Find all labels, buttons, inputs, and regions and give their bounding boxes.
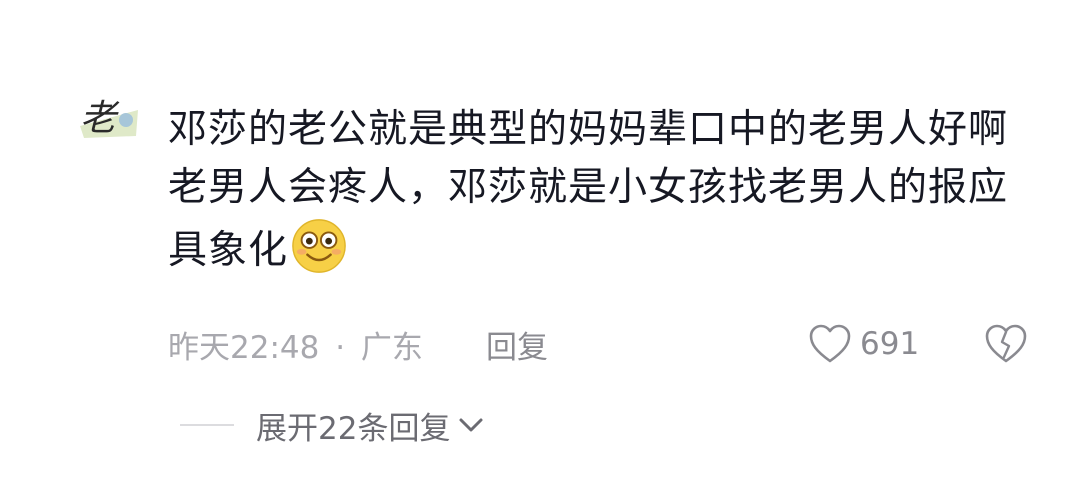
comment-text: 邓莎的老公就是典型的妈妈辈口中的老男人好啊 老男人会疼人，邓莎就是小女孩找老男人… [168,101,1058,275]
avatar-decoration [119,113,133,127]
comment-time: 昨天22:48 [168,330,320,366]
smiling-face-emoji-icon [292,219,346,273]
avatar[interactable]: 老 [76,96,140,140]
comment-meta: 昨天22:48 · 广东 [168,322,423,368]
heart-icon[interactable] [808,324,852,364]
comment-line-3-text: 具象化 [168,228,289,273]
expand-replies[interactable]: 展开22条回复 [180,402,486,448]
comment-location: 广东 [360,330,423,366]
expand-replies-label[interactable]: 展开22条回复 [256,403,450,448]
expand-divider [180,424,234,426]
chevron-down-icon[interactable] [456,415,486,435]
broken-heart-icon[interactable] [984,324,1028,364]
reply-button[interactable]: 回复 [486,322,548,367]
like-button[interactable]: 691 [808,322,919,366]
meta-separator: · [335,330,346,366]
comment-line-2: 老男人会疼人，邓莎就是小女孩找老男人的报应 [168,165,1009,210]
avatar-text: 老 [80,98,120,139]
like-count: 691 [860,326,920,362]
comment-line-1: 邓莎的老公就是典型的妈妈辈口中的老男人好啊 [168,107,1009,152]
comment-line-3: 具象化 [168,217,1058,275]
